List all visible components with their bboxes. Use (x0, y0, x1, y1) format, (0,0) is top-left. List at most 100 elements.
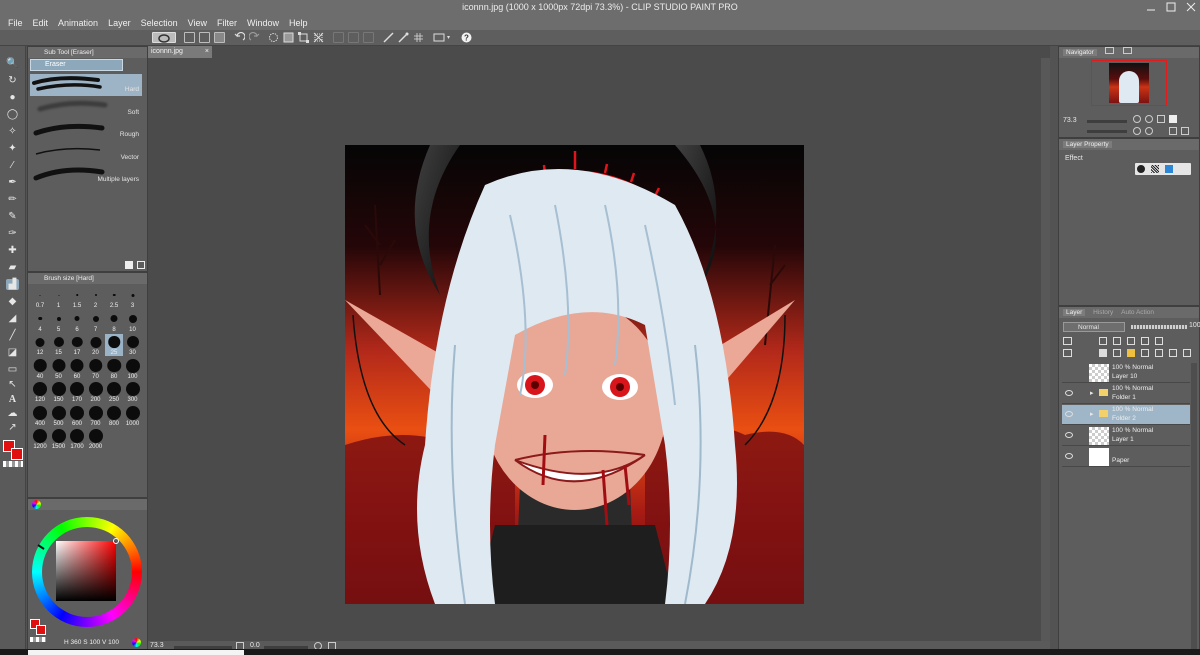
layer-row[interactable]: Paper (1062, 447, 1190, 467)
brush-size-option[interactable]: 150 (50, 381, 68, 403)
clip-studio-icon[interactable] (152, 32, 176, 43)
display-settings-icon[interactable] (433, 32, 453, 43)
brush-size-option[interactable]: 1700 (68, 428, 86, 450)
fill-icon[interactable]: ◆ (6, 296, 19, 307)
ruler-icon[interactable]: ▭ (6, 364, 19, 375)
brush-size-option[interactable]: 1200 (31, 428, 49, 450)
fill-selection-icon[interactable] (283, 32, 294, 43)
border-effect-icon[interactable] (1137, 165, 1145, 173)
layer-panel-scrollbar[interactable] (1191, 363, 1197, 653)
fullscreen-icon[interactable] (1169, 115, 1177, 123)
menu-view[interactable]: View (188, 18, 207, 28)
brush-size-option[interactable]: 1500 (50, 428, 68, 450)
brush-size-option[interactable]: 1 (50, 287, 68, 309)
color-mode-icon[interactable] (132, 638, 141, 647)
mask-icon[interactable] (1155, 337, 1163, 345)
tone-effect-icon[interactable] (1151, 165, 1159, 173)
gradient-icon[interactable]: ◢ (6, 313, 19, 324)
balloon-icon[interactable]: ☁ (6, 408, 19, 419)
sub-color-swatch[interactable] (11, 448, 23, 460)
sub-tool-group-tab[interactable]: Eraser (30, 59, 123, 71)
open-file-icon[interactable] (199, 32, 210, 43)
delete-layer-icon[interactable] (1183, 349, 1191, 357)
layer-lock-icon[interactable] (1063, 337, 1072, 345)
document-tab[interactable]: iconnn.jpg × (148, 46, 212, 58)
lasso-icon[interactable]: ◯ (6, 109, 19, 120)
brush-size-option[interactable]: 6 (68, 311, 86, 333)
artwork-canvas[interactable] (345, 145, 804, 604)
rotation-value[interactable]: 0.0 (250, 642, 260, 649)
correct-line-icon[interactable]: ↗ (6, 422, 19, 433)
brush-size-option[interactable]: 700 (87, 405, 105, 427)
visibility-eye-icon[interactable] (1065, 411, 1073, 417)
brush-size-option[interactable]: 1.5 (68, 287, 86, 309)
selection-layer-icon[interactable] (363, 32, 374, 43)
blend-mode-select[interactable]: Normal (1063, 322, 1125, 332)
color-sub-swatch[interactable] (36, 625, 46, 635)
brush-size-option[interactable]: 2 (87, 287, 105, 309)
flip-horizontal-icon[interactable] (1169, 127, 1177, 135)
brush-size-option[interactable]: 7 (87, 311, 105, 333)
figure-icon[interactable]: ╱ (6, 330, 19, 341)
brush-size-option[interactable]: 100 (124, 358, 142, 380)
menu-selection[interactable]: Selection (141, 18, 178, 28)
visibility-eye-icon[interactable] (1065, 453, 1073, 459)
blend-icon[interactable]: ▟ (6, 279, 19, 290)
brush-size-option[interactable]: 4 (31, 311, 49, 333)
visibility-eye-icon[interactable] (1065, 432, 1073, 438)
color-wheel[interactable] (30, 515, 149, 635)
brush-size-option[interactable]: 30 (124, 334, 142, 356)
layer-row[interactable]: ▸ 100 % Normal Folder 2 (1062, 405, 1190, 425)
clear-icon[interactable] (268, 32, 279, 43)
brush-size-option[interactable]: 400 (31, 405, 49, 427)
brush-size-option[interactable]: 15 (50, 334, 68, 356)
eraser-icon[interactable]: ▰ (6, 262, 19, 273)
menu-edit[interactable]: Edit (33, 18, 49, 28)
brush-size-option[interactable]: 1000 (124, 405, 142, 427)
combine-down-icon[interactable] (1155, 349, 1163, 357)
magic-wand-icon[interactable]: ✧ (6, 126, 19, 137)
opacity-value[interactable]: 100 (1189, 322, 1200, 329)
navigator-rotation-slider[interactable] (1087, 130, 1127, 133)
airbrush-icon[interactable]: ✑ (6, 228, 19, 239)
taskbar-search-field[interactable] (28, 650, 244, 655)
new-file-icon[interactable] (184, 32, 195, 43)
brush-size-option[interactable]: 8 (105, 311, 123, 333)
brush-size-option[interactable]: 2.5 (105, 287, 123, 309)
brush-size-option[interactable]: 600 (68, 405, 86, 427)
sub-tool-delete-icon[interactable] (137, 261, 145, 269)
flip-vertical-icon[interactable] (1181, 127, 1189, 135)
snap-ruler-icon[interactable] (383, 32, 394, 43)
navigator-zoom-value[interactable]: 73.3 (1063, 117, 1077, 124)
tab-auto-action[interactable]: Auto Action (1121, 309, 1154, 316)
new-mask-icon[interactable] (1169, 349, 1177, 357)
brush-icon[interactable]: ✎ (6, 211, 19, 222)
brush-soft[interactable]: Soft (30, 97, 142, 119)
canvas-area[interactable]: iconnn.jpg × (148, 46, 1050, 655)
folder-expand-icon[interactable]: ▸ (1090, 389, 1094, 397)
operation-icon[interactable]: ● (6, 92, 19, 103)
menu-filter[interactable]: Filter (217, 18, 237, 28)
brush-size-option[interactable]: 70 (87, 358, 105, 380)
brush-size-option[interactable]: 120 (31, 381, 49, 403)
brush-size-option[interactable]: 17 (68, 334, 86, 356)
new-raster-layer-icon[interactable] (1099, 349, 1107, 357)
snap-grid-icon[interactable] (413, 32, 424, 43)
brush-size-option[interactable]: 300 (124, 381, 142, 403)
rotate-left-icon[interactable] (1133, 127, 1141, 135)
draft-layer-icon[interactable] (1141, 337, 1149, 345)
visibility-eye-icon[interactable] (1065, 390, 1073, 396)
rotate-right-icon[interactable] (1145, 127, 1153, 135)
brush-size-option[interactable]: 0.7 (31, 287, 49, 309)
close-icon[interactable] (1186, 2, 1196, 12)
navigator-zoom-slider[interactable] (1087, 120, 1127, 123)
menu-layer[interactable]: Layer (108, 18, 131, 28)
deselect-icon[interactable] (333, 32, 344, 43)
transfer-down-icon[interactable] (1141, 349, 1149, 357)
navigator-tab[interactable]: Navigator (1063, 49, 1097, 56)
transform-icon[interactable] (298, 32, 309, 43)
zoom-icon[interactable]: 🔍 (6, 58, 19, 69)
v-value[interactable]: 100 (108, 639, 119, 646)
layer-row[interactable]: 100 % Normal Layer 1 (1062, 426, 1190, 446)
move-icon[interactable]: ↻ (6, 75, 19, 86)
